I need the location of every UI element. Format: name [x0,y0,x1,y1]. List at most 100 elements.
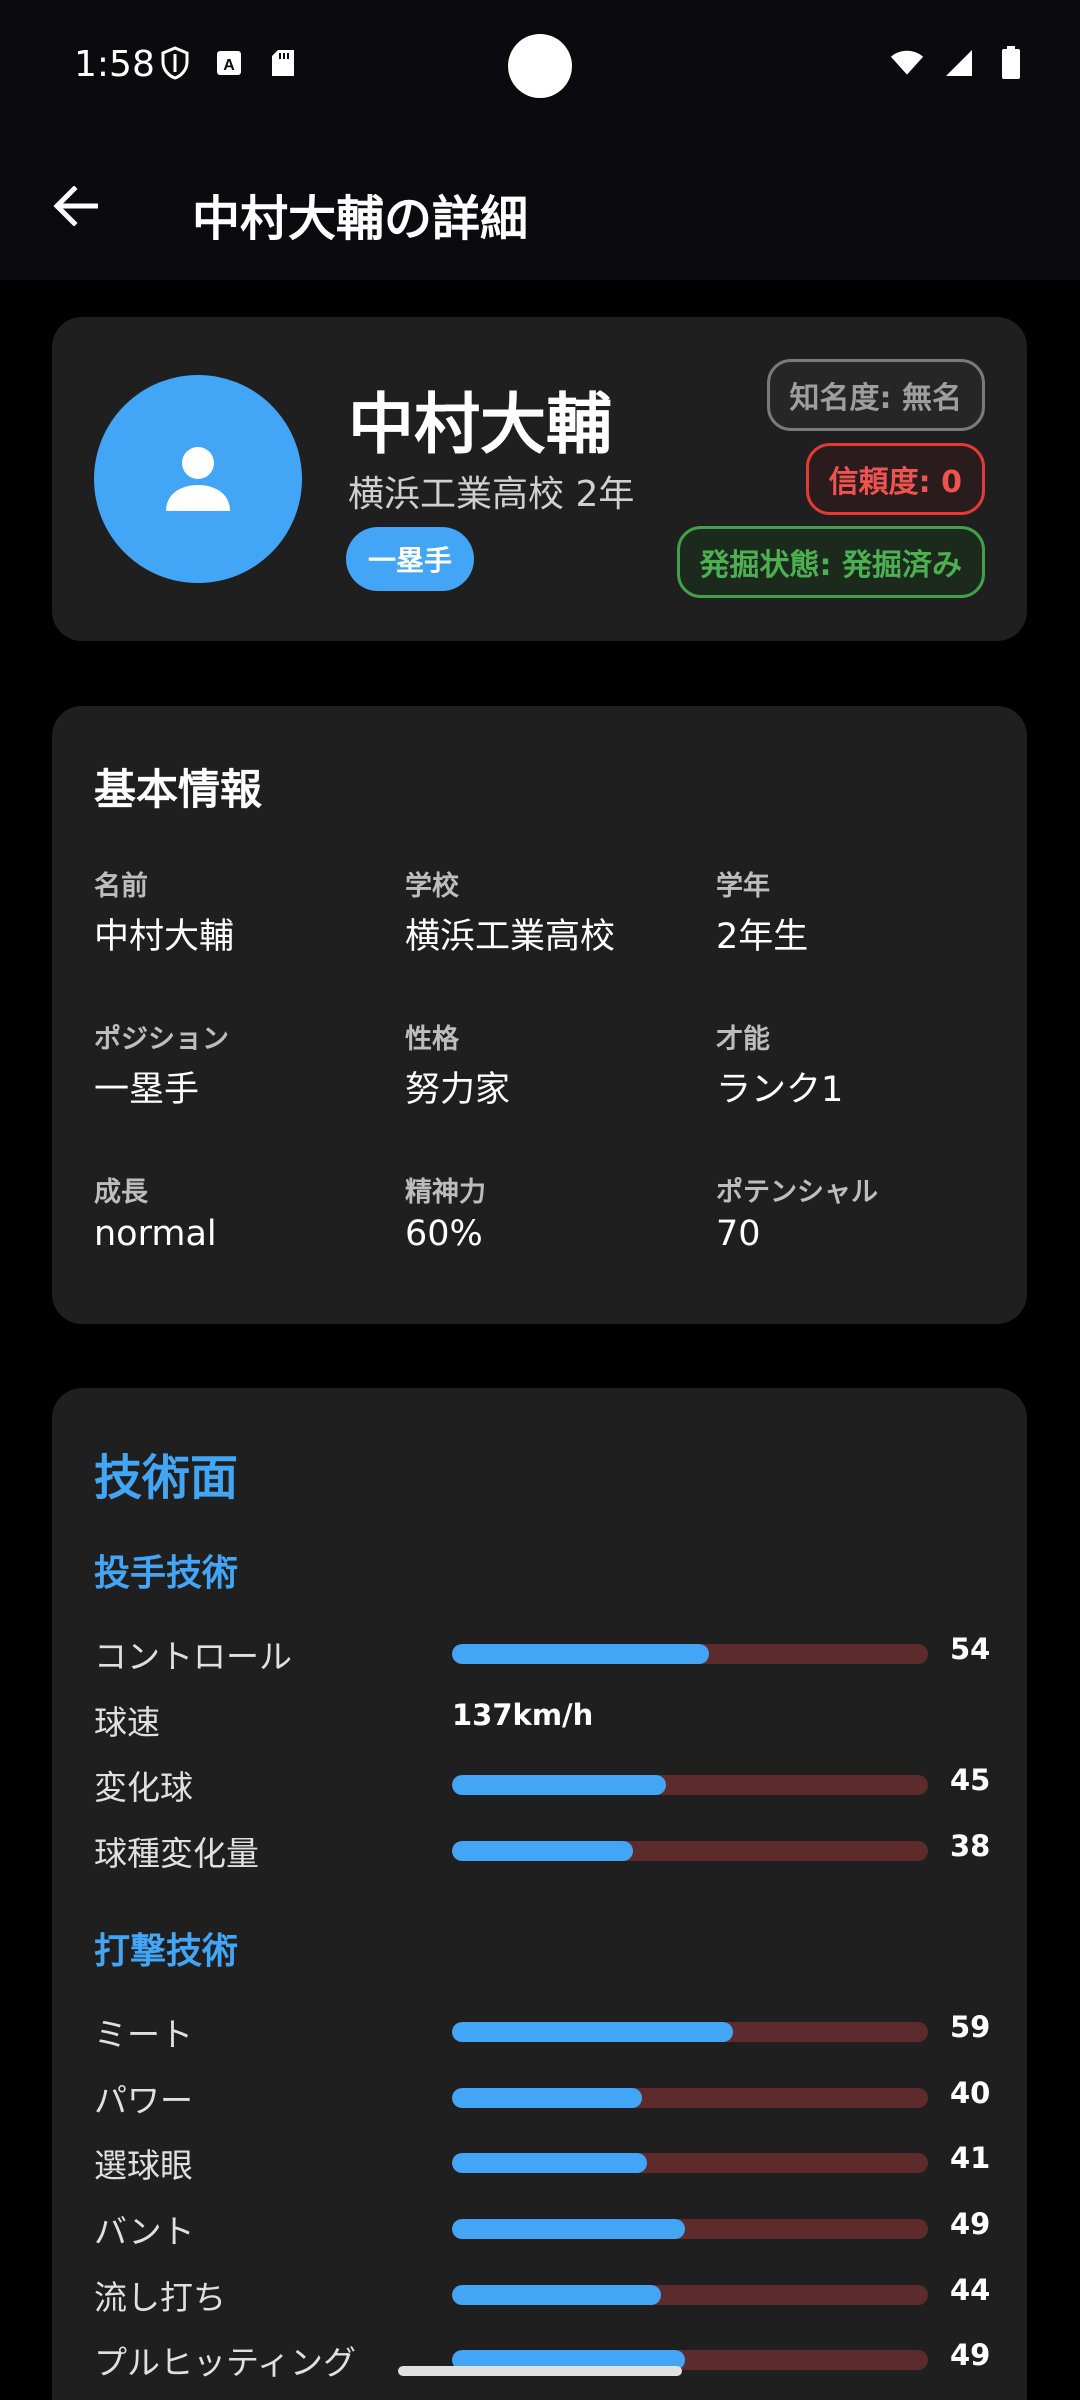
stat-value: 44 [950,2273,991,2307]
info-label: 名前 [94,871,148,902]
info-value: normal [94,1214,217,1254]
info-position: ポジション 一塁手 [94,1017,405,1112]
basic-info-title: 基本情報 [94,765,263,814]
info-label: 学校 [405,871,459,902]
stat-bar [452,2022,928,2042]
info-grade: 学年 2年生 [716,864,994,959]
stat-bar-fill [452,1841,633,1861]
info-label: 学年 [716,871,770,902]
stat-row-eye: 選球眼 41 [94,2135,994,2185]
wifi-icon [890,46,924,80]
stat-value: 40 [950,2076,991,2110]
info-label: ポジション [94,1024,229,1055]
info-value: 横浜工業高校 [405,917,616,957]
status-icons-right [890,46,1028,80]
stat-value: 49 [950,2338,991,2372]
info-value: 60% [405,1214,483,1254]
info-label: 性格 [405,1024,459,1055]
stat-label: 流し打ち [94,2278,226,2317]
stat-label: ミート [94,2015,193,2054]
stat-bar-fill [452,2285,662,2305]
stat-bar-fill [452,1644,710,1664]
info-label: ポテンシャル [716,1177,878,1208]
stat-row-breaking-ball: 変化球 45 [94,1757,994,1807]
info-value: 2年生 [716,917,809,957]
stat-bar-fill [452,1775,667,1795]
stat-value: 49 [950,2207,991,2241]
stat-bar [452,1775,928,1795]
status-icons-left: A [158,46,300,80]
stat-bar-fill [452,2153,648,2173]
status-time: 1:58 [74,44,155,85]
info-value: 努力家 [405,1070,511,1110]
stat-row-opposite-field: 流し打ち 44 [94,2267,994,2317]
stat-row-control: コントロール 54 [94,1626,994,1676]
scout-status-badge: 発掘状態: 発掘済み [676,526,985,598]
stat-bar [452,2219,928,2239]
stat-row-velocity: 球速 137km/h [94,1692,994,1742]
app-bar: 中村大輔の詳細 [0,135,1080,280]
technical-card: 技術面 投手技術 コントロール 54 球速 137km/h 変化球 45 球種変… [52,1388,1027,2400]
stat-value: 41 [950,2141,991,2175]
stat-label: 球種変化量 [94,1834,259,1873]
avatar [94,375,302,583]
info-value: 一塁手 [94,1070,200,1110]
technical-title: 技術面 [94,1450,239,1506]
stat-value: 59 [950,2010,991,2044]
stat-value: 54 [950,1632,991,1666]
stat-bar [452,2285,928,2305]
batting-title: 打撃技術 [94,1931,239,1972]
basic-info-card: 基本情報 名前 中村大輔 学校 横浜工業高校 学年 2年生 ポジション 一塁手 … [52,706,1027,1324]
stat-label: バント [94,2212,195,2251]
battery-icon [994,46,1028,80]
info-mental: 精神力 60% [405,1170,716,1254]
stat-label: コントロール [94,1637,292,1676]
stat-bar [452,1644,928,1664]
stat-value: 45 [950,1763,991,1797]
position-chip: 一塁手 [346,527,475,591]
stat-label: 球速 [94,1703,160,1742]
fame-badge: 知名度: 無名 [766,359,985,431]
stat-bar-fill [452,2022,733,2042]
basic-info-grid: 名前 中村大輔 学校 横浜工業高校 学年 2年生 ポジション 一塁手 性格 努力… [94,864,994,1254]
info-label: 精神力 [405,1177,486,1208]
sd-card-icon [266,46,300,80]
stat-row-power: パワー 40 [94,2070,994,2120]
info-label: 才能 [716,1024,770,1055]
stat-label: 選球眼 [94,2146,193,2185]
person-icon [166,447,230,511]
info-growth: 成長 normal [94,1170,405,1254]
home-indicator[interactable] [398,2366,682,2376]
svg-text:A: A [223,57,235,74]
stat-bar-fill [452,2219,686,2239]
font-icon: A [212,46,246,80]
info-label: 成長 [94,1177,148,1208]
stat-label: パワー [94,2081,193,2120]
info-potential: ポテンシャル 70 [716,1170,994,1254]
stat-bar [452,1841,928,1861]
profile-card: 中村大輔 横浜工業高校 2年 一塁手 知名度: 無名 信頼度: 0 発掘状態: … [52,317,1027,641]
signal-icon [942,46,976,80]
stat-value: 137km/h [452,1698,594,1732]
page-title: 中村大輔の詳細 [192,191,529,247]
info-value: 70 [716,1214,761,1254]
camera-cutout [508,34,572,98]
stat-bar [452,2153,928,2173]
pitching-title: 投手技術 [94,1553,239,1594]
stat-label: 変化球 [94,1768,193,1807]
stat-value: 38 [950,1829,991,1863]
info-value: 中村大輔 [94,917,235,957]
player-school-grade: 横浜工業高校 2年 [348,474,635,515]
stat-bar-fill [452,2088,643,2108]
trust-badge: 信頼度: 0 [805,443,985,515]
back-arrow-icon [53,186,98,226]
info-value: ランク1 [716,1070,844,1110]
back-button[interactable] [42,173,108,239]
stat-bar [452,2088,928,2108]
info-talent: 才能 ランク1 [716,1017,994,1112]
stat-row-pitch-movement: 球種変化量 38 [94,1823,994,1873]
stat-row-bunt: バント 49 [94,2201,994,2251]
player-name: 中村大輔 [348,386,612,463]
stat-label: プルヒッティング [94,2343,357,2382]
info-name: 名前 中村大輔 [94,864,405,959]
